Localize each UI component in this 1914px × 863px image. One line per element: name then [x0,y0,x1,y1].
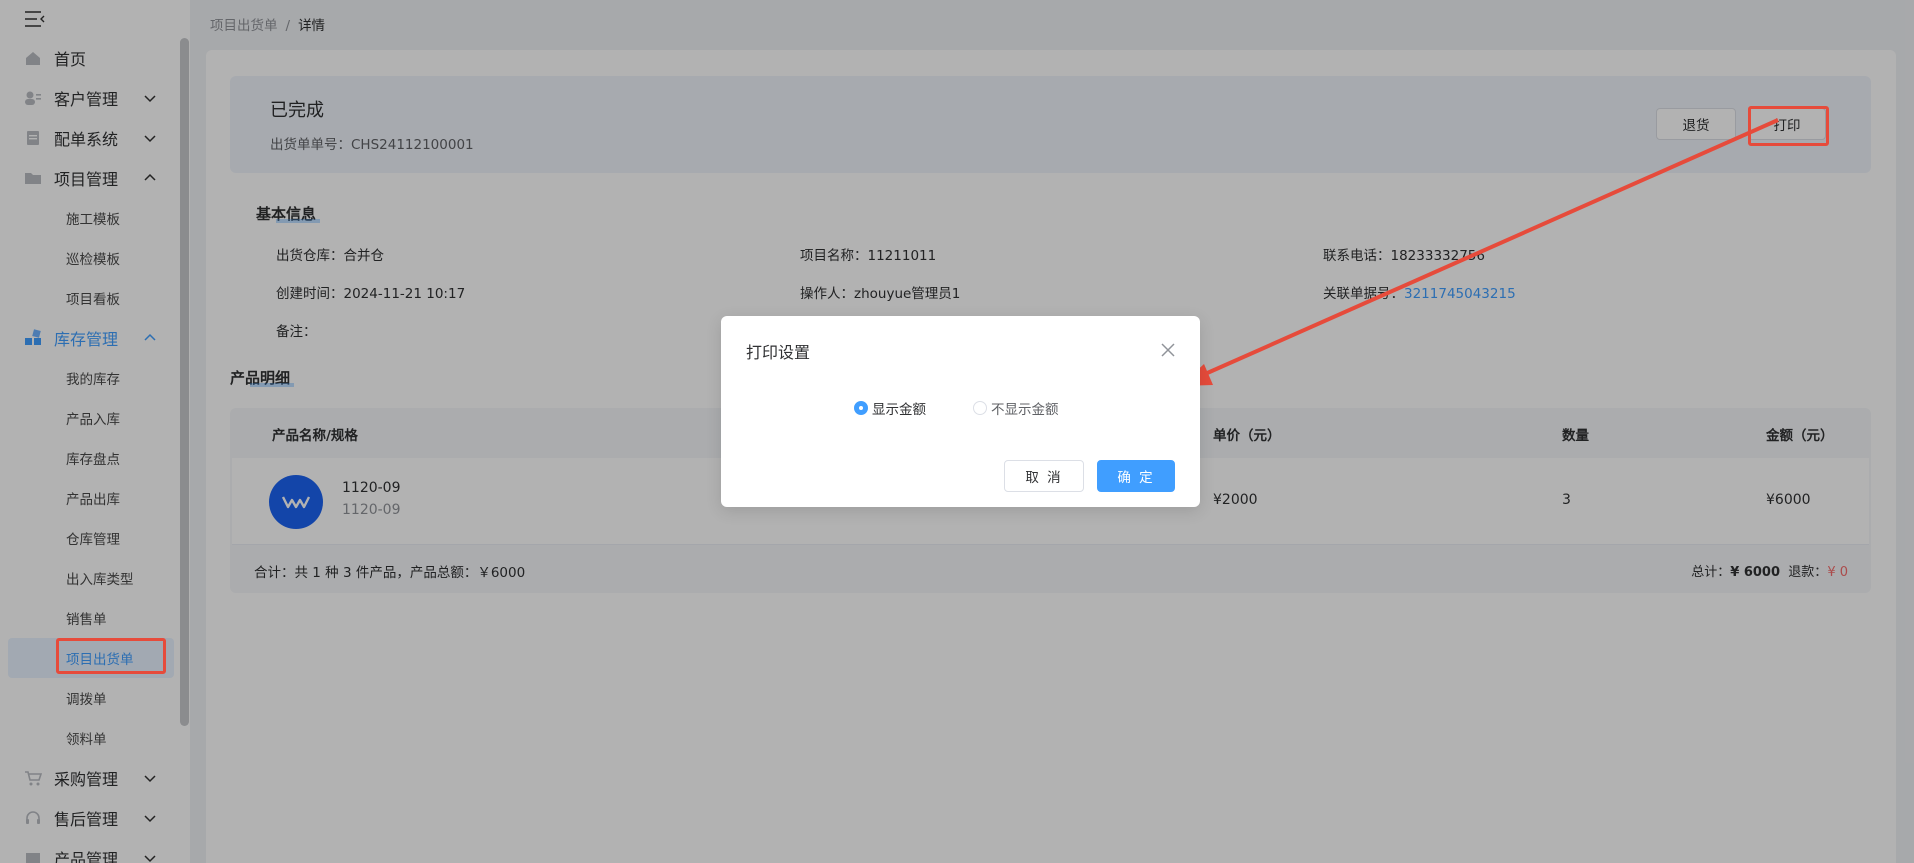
radio-label: 显示金额 [872,402,926,418]
print-settings-dialog: 打印设置 显示金额 不显示金额 取 消 确 定 [721,316,1200,507]
dialog-title: 打印设置 [746,343,811,362]
radio-hide-amount[interactable]: 不显示金额 [973,398,1059,418]
close-icon[interactable] [1159,341,1177,359]
radio-label: 不显示金额 [991,402,1059,418]
cancel-button[interactable]: 取 消 [1004,460,1084,492]
radio-show-amount[interactable]: 显示金额 [854,398,926,418]
radio-dot [973,401,987,415]
radio-dot [854,401,868,415]
confirm-button[interactable]: 确 定 [1097,460,1175,492]
